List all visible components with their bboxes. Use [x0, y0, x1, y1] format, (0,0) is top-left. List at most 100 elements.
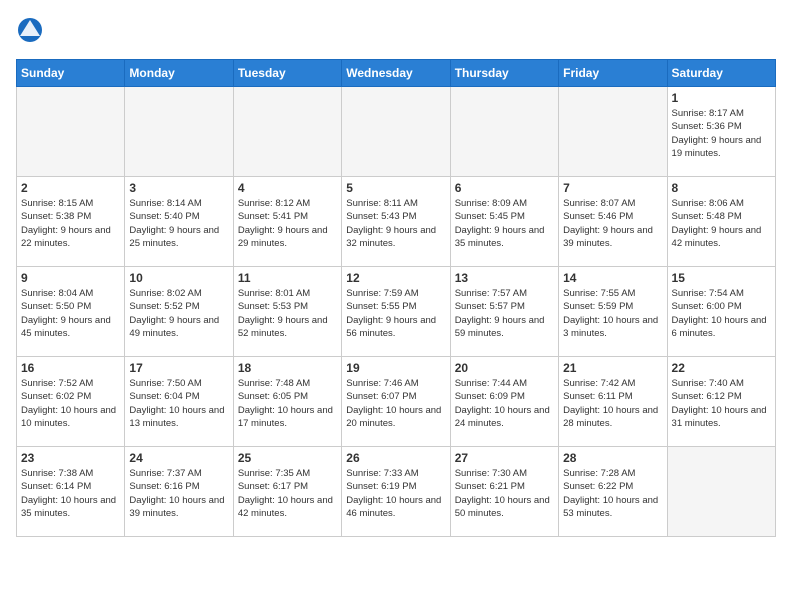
day-info: Sunrise: 8:01 AMSunset: 5:53 PMDaylight:… [238, 287, 337, 340]
calendar-week-5: 23 Sunrise: 7:38 AMSunset: 6:14 PMDayligh… [17, 447, 776, 537]
day-info: Sunrise: 7:38 AMSunset: 6:14 PMDaylight:… [21, 467, 120, 520]
calendar-cell: 1 Sunrise: 8:17 AMSunset: 5:36 PMDaylight… [667, 87, 775, 177]
day-number: 7 [563, 181, 662, 195]
calendar-cell: 9 Sunrise: 8:04 AMSunset: 5:50 PMDaylight… [17, 267, 125, 357]
day-number: 17 [129, 361, 228, 375]
day-number: 14 [563, 271, 662, 285]
calendar-week-4: 16 Sunrise: 7:52 AMSunset: 6:02 PMDayligh… [17, 357, 776, 447]
weekday-header-friday: Friday [559, 60, 667, 87]
page-header [16, 16, 776, 49]
day-info: Sunrise: 8:14 AMSunset: 5:40 PMDaylight:… [129, 197, 228, 250]
calendar-cell: 10 Sunrise: 8:02 AMSunset: 5:52 PMDayligh… [125, 267, 233, 357]
day-info: Sunrise: 7:52 AMSunset: 6:02 PMDaylight:… [21, 377, 120, 430]
day-number: 6 [455, 181, 554, 195]
day-number: 15 [672, 271, 771, 285]
day-number: 9 [21, 271, 120, 285]
day-number: 25 [238, 451, 337, 465]
day-number: 21 [563, 361, 662, 375]
calendar-cell: 18 Sunrise: 7:48 AMSunset: 6:05 PMDayligh… [233, 357, 341, 447]
calendar-cell: 17 Sunrise: 7:50 AMSunset: 6:04 PMDayligh… [125, 357, 233, 447]
day-info: Sunrise: 7:54 AMSunset: 6:00 PMDaylight:… [672, 287, 771, 340]
calendar-cell: 14 Sunrise: 7:55 AMSunset: 5:59 PMDayligh… [559, 267, 667, 357]
calendar-cell: 13 Sunrise: 7:57 AMSunset: 5:57 PMDayligh… [450, 267, 558, 357]
calendar-cell: 7 Sunrise: 8:07 AMSunset: 5:46 PMDaylight… [559, 177, 667, 267]
calendar-cell: 4 Sunrise: 8:12 AMSunset: 5:41 PMDaylight… [233, 177, 341, 267]
day-number: 10 [129, 271, 228, 285]
day-number: 28 [563, 451, 662, 465]
calendar-cell [450, 87, 558, 177]
calendar-week-3: 9 Sunrise: 8:04 AMSunset: 5:50 PMDaylight… [17, 267, 776, 357]
calendar-week-2: 2 Sunrise: 8:15 AMSunset: 5:38 PMDaylight… [17, 177, 776, 267]
day-info: Sunrise: 7:48 AMSunset: 6:05 PMDaylight:… [238, 377, 337, 430]
logo-icon [16, 16, 44, 49]
calendar-cell: 15 Sunrise: 7:54 AMSunset: 6:00 PMDayligh… [667, 267, 775, 357]
day-info: Sunrise: 8:12 AMSunset: 5:41 PMDaylight:… [238, 197, 337, 250]
day-number: 22 [672, 361, 771, 375]
day-number: 19 [346, 361, 445, 375]
day-info: Sunrise: 7:37 AMSunset: 6:16 PMDaylight:… [129, 467, 228, 520]
day-number: 24 [129, 451, 228, 465]
weekday-header-row: SundayMondayTuesdayWednesdayThursdayFrid… [17, 60, 776, 87]
calendar-cell [125, 87, 233, 177]
day-number: 1 [672, 91, 771, 105]
day-info: Sunrise: 7:33 AMSunset: 6:19 PMDaylight:… [346, 467, 445, 520]
day-info: Sunrise: 8:09 AMSunset: 5:45 PMDaylight:… [455, 197, 554, 250]
calendar-cell: 19 Sunrise: 7:46 AMSunset: 6:07 PMDayligh… [342, 357, 450, 447]
calendar-cell: 6 Sunrise: 8:09 AMSunset: 5:45 PMDaylight… [450, 177, 558, 267]
calendar-cell: 26 Sunrise: 7:33 AMSunset: 6:19 PMDayligh… [342, 447, 450, 537]
day-number: 12 [346, 271, 445, 285]
calendar-cell: 25 Sunrise: 7:35 AMSunset: 6:17 PMDayligh… [233, 447, 341, 537]
calendar-cell: 16 Sunrise: 7:52 AMSunset: 6:02 PMDayligh… [17, 357, 125, 447]
calendar-cell: 3 Sunrise: 8:14 AMSunset: 5:40 PMDaylight… [125, 177, 233, 267]
day-number: 8 [672, 181, 771, 195]
day-number: 4 [238, 181, 337, 195]
day-info: Sunrise: 8:04 AMSunset: 5:50 PMDaylight:… [21, 287, 120, 340]
calendar-cell: 24 Sunrise: 7:37 AMSunset: 6:16 PMDayligh… [125, 447, 233, 537]
day-info: Sunrise: 7:30 AMSunset: 6:21 PMDaylight:… [455, 467, 554, 520]
day-info: Sunrise: 7:35 AMSunset: 6:17 PMDaylight:… [238, 467, 337, 520]
calendar-cell: 20 Sunrise: 7:44 AMSunset: 6:09 PMDayligh… [450, 357, 558, 447]
calendar-cell: 22 Sunrise: 7:40 AMSunset: 6:12 PMDayligh… [667, 357, 775, 447]
day-info: Sunrise: 7:59 AMSunset: 5:55 PMDaylight:… [346, 287, 445, 340]
calendar-cell: 2 Sunrise: 8:15 AMSunset: 5:38 PMDaylight… [17, 177, 125, 267]
day-info: Sunrise: 8:17 AMSunset: 5:36 PMDaylight:… [672, 107, 771, 160]
weekday-header-tuesday: Tuesday [233, 60, 341, 87]
day-number: 2 [21, 181, 120, 195]
day-info: Sunrise: 8:02 AMSunset: 5:52 PMDaylight:… [129, 287, 228, 340]
day-number: 5 [346, 181, 445, 195]
day-info: Sunrise: 7:55 AMSunset: 5:59 PMDaylight:… [563, 287, 662, 340]
day-number: 16 [21, 361, 120, 375]
day-info: Sunrise: 7:40 AMSunset: 6:12 PMDaylight:… [672, 377, 771, 430]
calendar-cell: 11 Sunrise: 8:01 AMSunset: 5:53 PMDayligh… [233, 267, 341, 357]
day-info: Sunrise: 7:44 AMSunset: 6:09 PMDaylight:… [455, 377, 554, 430]
calendar-cell [559, 87, 667, 177]
calendar-cell: 8 Sunrise: 8:06 AMSunset: 5:48 PMDaylight… [667, 177, 775, 267]
weekday-header-wednesday: Wednesday [342, 60, 450, 87]
calendar-cell: 27 Sunrise: 7:30 AMSunset: 6:21 PMDayligh… [450, 447, 558, 537]
calendar-cell: 12 Sunrise: 7:59 AMSunset: 5:55 PMDayligh… [342, 267, 450, 357]
day-number: 27 [455, 451, 554, 465]
day-number: 18 [238, 361, 337, 375]
day-number: 13 [455, 271, 554, 285]
calendar-table: SundayMondayTuesdayWednesdayThursdayFrid… [16, 59, 776, 537]
day-number: 20 [455, 361, 554, 375]
calendar-cell: 23 Sunrise: 7:38 AMSunset: 6:14 PMDayligh… [17, 447, 125, 537]
day-number: 23 [21, 451, 120, 465]
day-info: Sunrise: 8:15 AMSunset: 5:38 PMDaylight:… [21, 197, 120, 250]
day-info: Sunrise: 7:42 AMSunset: 6:11 PMDaylight:… [563, 377, 662, 430]
calendar-cell: 21 Sunrise: 7:42 AMSunset: 6:11 PMDayligh… [559, 357, 667, 447]
day-info: Sunrise: 7:57 AMSunset: 5:57 PMDaylight:… [455, 287, 554, 340]
weekday-header-saturday: Saturday [667, 60, 775, 87]
day-info: Sunrise: 7:50 AMSunset: 6:04 PMDaylight:… [129, 377, 228, 430]
day-number: 26 [346, 451, 445, 465]
day-info: Sunrise: 8:07 AMSunset: 5:46 PMDaylight:… [563, 197, 662, 250]
calendar-cell [342, 87, 450, 177]
day-info: Sunrise: 7:46 AMSunset: 6:07 PMDaylight:… [346, 377, 445, 430]
day-number: 11 [238, 271, 337, 285]
calendar-cell [233, 87, 341, 177]
weekday-header-sunday: Sunday [17, 60, 125, 87]
calendar-cell: 28Sunrise: 7:28 AMSunset: 6:22 PMDayligh… [559, 447, 667, 537]
day-number: 3 [129, 181, 228, 195]
day-info: Sunrise: 8:06 AMSunset: 5:48 PMDaylight:… [672, 197, 771, 250]
calendar-cell [17, 87, 125, 177]
